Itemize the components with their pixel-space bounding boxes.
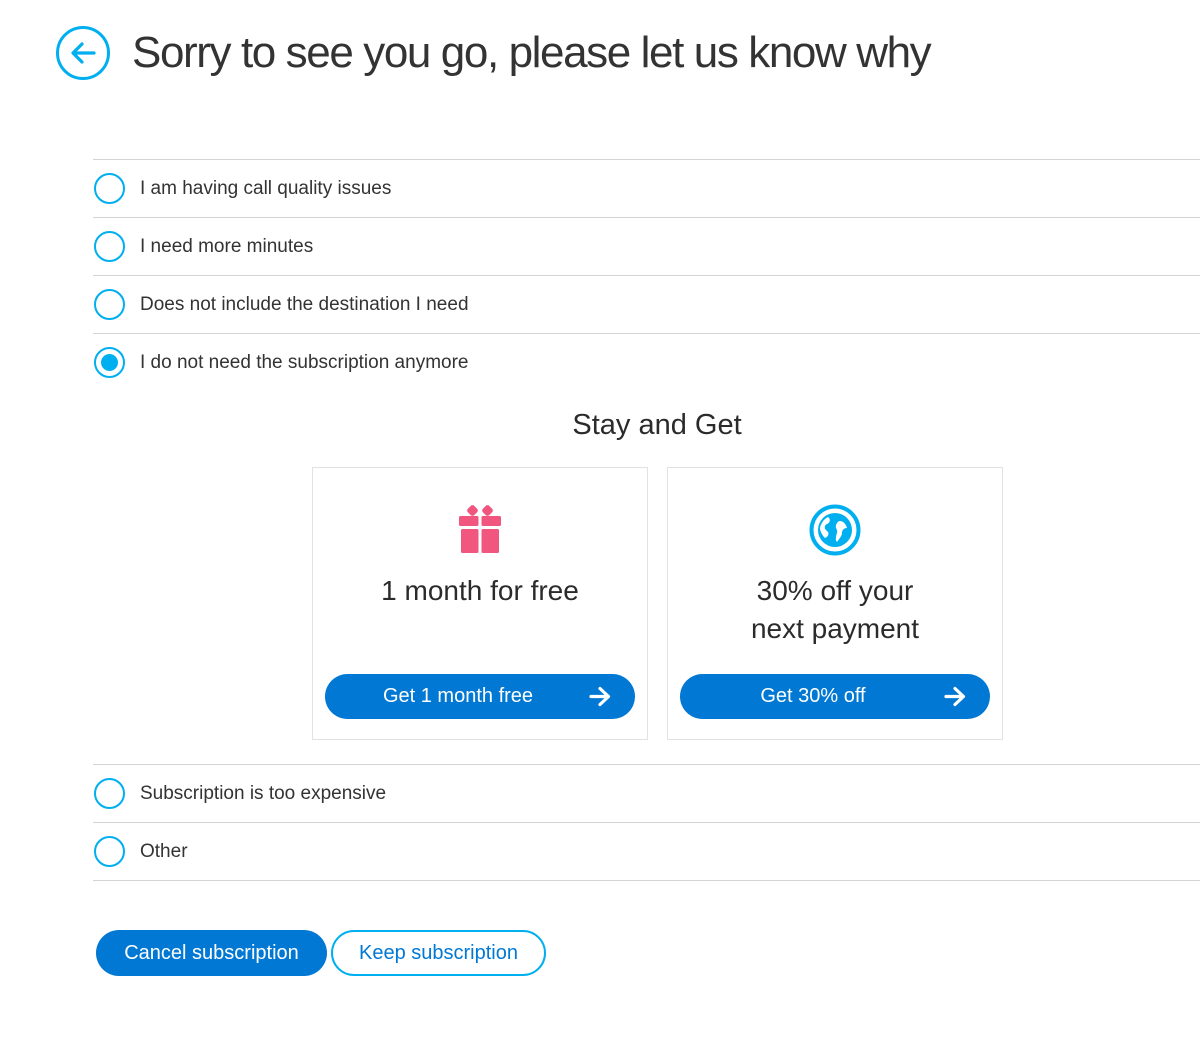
arrow-left-icon (71, 42, 96, 64)
radio-button[interactable] (94, 231, 125, 262)
divider (93, 880, 1200, 881)
radio-dot (101, 354, 118, 371)
retention-offer-panel: Stay and Get 1 month for free Get 1 mont… (93, 391, 1200, 764)
get-1-month-free-button[interactable]: Get 1 month free (325, 674, 635, 719)
radio-button-selected[interactable] (94, 347, 125, 378)
reason-label: Does not include the destination I need (140, 293, 469, 315)
offer-heading: Stay and Get (572, 409, 742, 441)
reason-label: I need more minutes (140, 235, 314, 257)
get-30-off-button[interactable]: Get 30% off (680, 674, 990, 719)
reason-option-more-minutes[interactable]: I need more minutes (93, 218, 1200, 275)
offer-text: 1 month for free (381, 575, 579, 606)
radio-button[interactable] (94, 836, 125, 867)
keep-subscription-button[interactable]: Keep subscription (331, 930, 546, 976)
globe-icon (809, 504, 861, 556)
radio-button[interactable] (94, 173, 125, 204)
reason-label: Subscription is too expensive (140, 782, 387, 804)
arrow-right-icon (589, 686, 611, 707)
reason-label: Other (140, 840, 188, 862)
reason-label: I am having call quality issues (140, 177, 392, 199)
reason-list: I am having call quality issues I need m… (93, 159, 1200, 881)
offer-card-discount: 30% off your next payment Get 30% off (667, 467, 1003, 740)
gift-icon (459, 505, 501, 553)
page-title: Sorry to see you go, please let us know … (132, 28, 932, 77)
reason-label: I do not need the subscription anymore (140, 351, 469, 373)
reason-option-destination[interactable]: Does not include the destination I need (93, 276, 1200, 333)
back-button[interactable] (56, 26, 110, 80)
radio-button[interactable] (94, 289, 125, 320)
reason-option-not-needed[interactable]: I do not need the subscription anymore (93, 334, 1200, 391)
reason-option-other[interactable]: Other (93, 823, 1200, 880)
button-label: Get 30% off (760, 685, 866, 707)
cancel-subscription-button[interactable]: Cancel subscription (96, 930, 327, 976)
offer-text: 30% off your next payment (750, 575, 920, 644)
reason-option-too-expensive[interactable]: Subscription is too expensive (93, 765, 1200, 822)
radio-button[interactable] (94, 778, 125, 809)
arrow-right-icon (944, 686, 966, 707)
reason-option-call-quality[interactable]: I am having call quality issues (93, 160, 1200, 217)
button-label: Get 1 month free (382, 685, 534, 707)
offer-card-free-month: 1 month for free Get 1 month free (312, 467, 648, 740)
